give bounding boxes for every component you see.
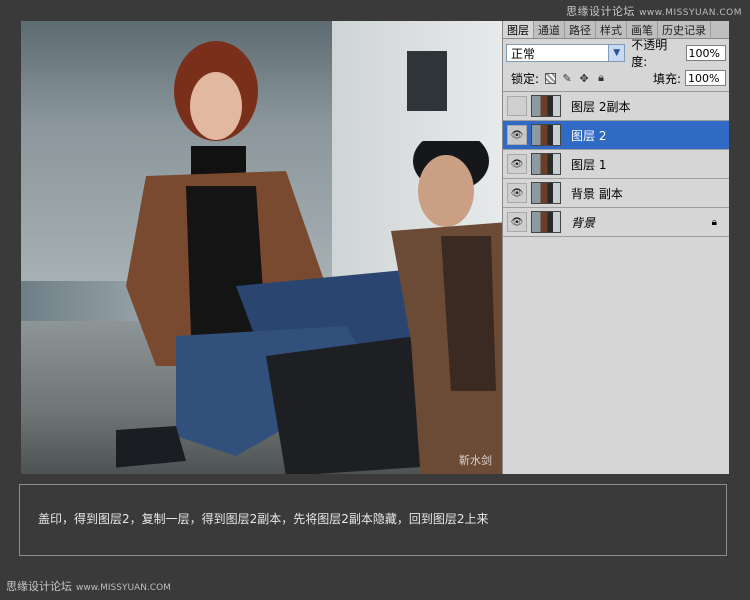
lock-label: 锁定:	[511, 71, 540, 86]
layer-row[interactable]: 👁︎ 背景 副本	[503, 179, 729, 208]
opacity-label: 不透明度:	[631, 38, 668, 69]
watermark-bottom: 思缘设计论坛 www.MISSYUAN.COM	[6, 578, 171, 594]
lock-move-icon[interactable]: ✥	[578, 72, 590, 85]
visibility-eye-icon[interactable]: 👁︎	[507, 183, 527, 203]
layer-name[interactable]: 背景	[571, 214, 595, 231]
caption-text: 盖印，得到图层2，复制一层，得到图层2副本，先将图层2副本隐藏，回到图层2上来	[38, 512, 489, 526]
lock-brush-icon[interactable]: ✎	[561, 72, 573, 85]
layer-thumbnail[interactable]	[531, 182, 561, 204]
layer-row[interactable]: 👁︎ 背景 🔒︎	[503, 208, 729, 237]
watermark-url: www.MISSYUAN.COM	[639, 8, 742, 18]
blend-mode-select[interactable]: 正常 ▼	[506, 44, 626, 62]
blend-opacity-row: 正常 ▼ 不透明度: 100%	[503, 38, 729, 69]
tab-paths[interactable]: 路径	[565, 21, 596, 38]
chevron-down-icon[interactable]: ▼	[608, 45, 625, 61]
visibility-eye-icon[interactable]: 👁︎	[507, 154, 527, 174]
fill-input[interactable]: 100%	[685, 70, 726, 86]
tab-layers[interactable]: 图层	[503, 21, 534, 38]
layer-row[interactable]: 图层 2副本	[503, 92, 729, 121]
layer-thumbnail[interactable]	[531, 211, 561, 233]
caption-box: 盖印，得到图层2，复制一层，得到图层2副本，先将图层2副本隐藏，回到图层2上来	[19, 484, 727, 556]
tab-channels[interactable]: 通道	[534, 21, 565, 38]
lock-transparency-icon[interactable]	[544, 72, 556, 84]
fill-label: 填充:	[652, 71, 681, 86]
blend-mode-value: 正常	[511, 46, 536, 61]
layer-thumbnail[interactable]	[531, 124, 561, 146]
layer-lock-icon: 🔒︎	[711, 216, 717, 228]
layer-list: 图层 2副本 👁︎ 图层 2 👁︎ 图层 1 👁︎ 背景 副本 👁︎ 背景 🔒︎	[503, 92, 729, 237]
opacity-input[interactable]: 100%	[685, 45, 726, 61]
layer-name[interactable]: 图层 2副本	[571, 98, 630, 115]
panel-tabs: 图层 通道 路径 样式 画笔 历史记录	[503, 21, 729, 39]
lock-fill-row: 锁定: ✎ ✥ 🔒︎ 填充: 100%	[503, 63, 729, 92]
lock-all-icon[interactable]: 🔒︎	[595, 71, 607, 84]
layer-row[interactable]: 👁︎ 图层 2	[503, 121, 729, 150]
layer-row[interactable]: 👁︎ 图层 1	[503, 150, 729, 179]
layers-panel: 图层 通道 路径 样式 画笔 历史记录 正常 ▼ 不透明度: 100% 锁定: …	[502, 21, 729, 474]
canvas-photo[interactable]: 靳水剑	[21, 21, 502, 474]
layer-name[interactable]: 背景 副本	[571, 185, 623, 202]
watermark-text: 思缘设计论坛	[566, 5, 636, 18]
layer-name[interactable]: 图层 1	[571, 156, 606, 173]
watermark-text-bottom: 思缘设计论坛	[6, 580, 72, 593]
visibility-eye-icon[interactable]: 👁︎	[507, 125, 527, 145]
layer-thumbnail[interactable]	[531, 153, 561, 175]
photo-signature: 靳水剑	[459, 454, 492, 467]
layer-thumbnail[interactable]	[531, 95, 561, 117]
visibility-eye-icon[interactable]: 👁︎	[507, 212, 527, 232]
visibility-eye-icon[interactable]	[507, 96, 527, 116]
watermark-top: 思缘设计论坛 www.MISSYUAN.COM	[566, 3, 742, 19]
watermark-url-bottom: www.MISSYUAN.COM	[76, 583, 171, 593]
man-figure	[391, 141, 502, 474]
tab-styles[interactable]: 样式	[596, 21, 627, 38]
layer-name[interactable]: 图层 2	[571, 127, 606, 144]
